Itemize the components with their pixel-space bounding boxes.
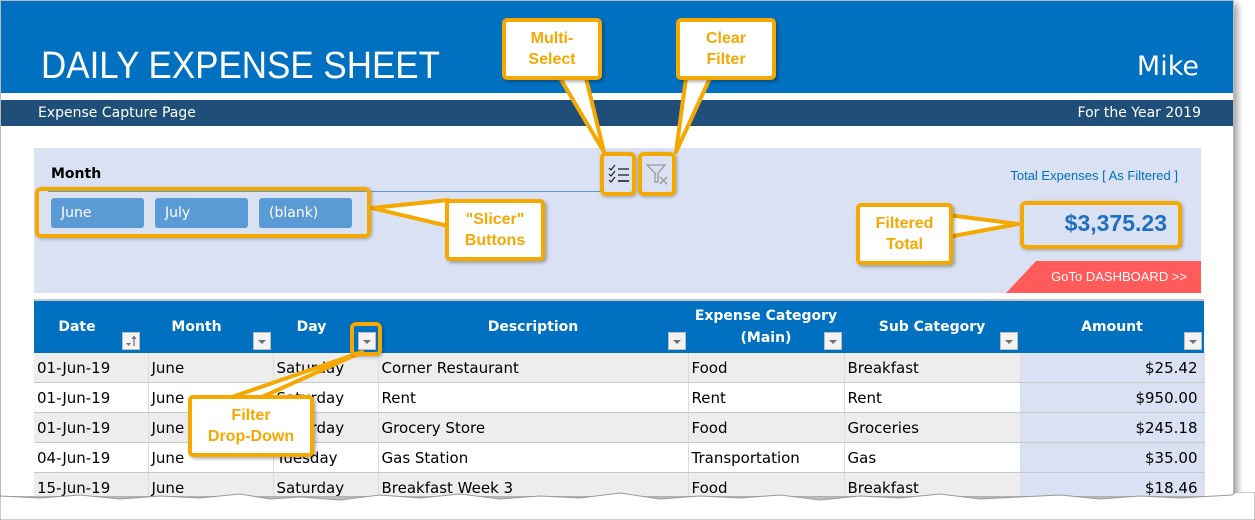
filtered-total-pointer (946, 213, 1020, 239)
clear-filter-highlight (638, 152, 676, 196)
callout-multi-select: Multi- Select (502, 18, 602, 80)
torn-paper-edge (0, 492, 1255, 520)
filtered-total-highlight (1020, 201, 1182, 249)
filter-dropdown-highlight (350, 322, 382, 356)
clear-filter-pointer (674, 76, 712, 154)
filter-dropdown-pointer (230, 350, 364, 399)
callout-slicer-buttons: "Slicer" Buttons (445, 199, 545, 261)
callout-clear-filter: Clear Filter (676, 18, 776, 80)
multi-select-highlight (600, 152, 636, 196)
callout-filter-dropdown: Filter Drop-Down (188, 395, 314, 457)
callout-filtered-total: Filtered Total (856, 203, 953, 265)
slicer-buttons-pointer (370, 198, 450, 228)
slicer-buttons-highlight (35, 187, 371, 238)
multi-select-pointer (558, 76, 606, 154)
